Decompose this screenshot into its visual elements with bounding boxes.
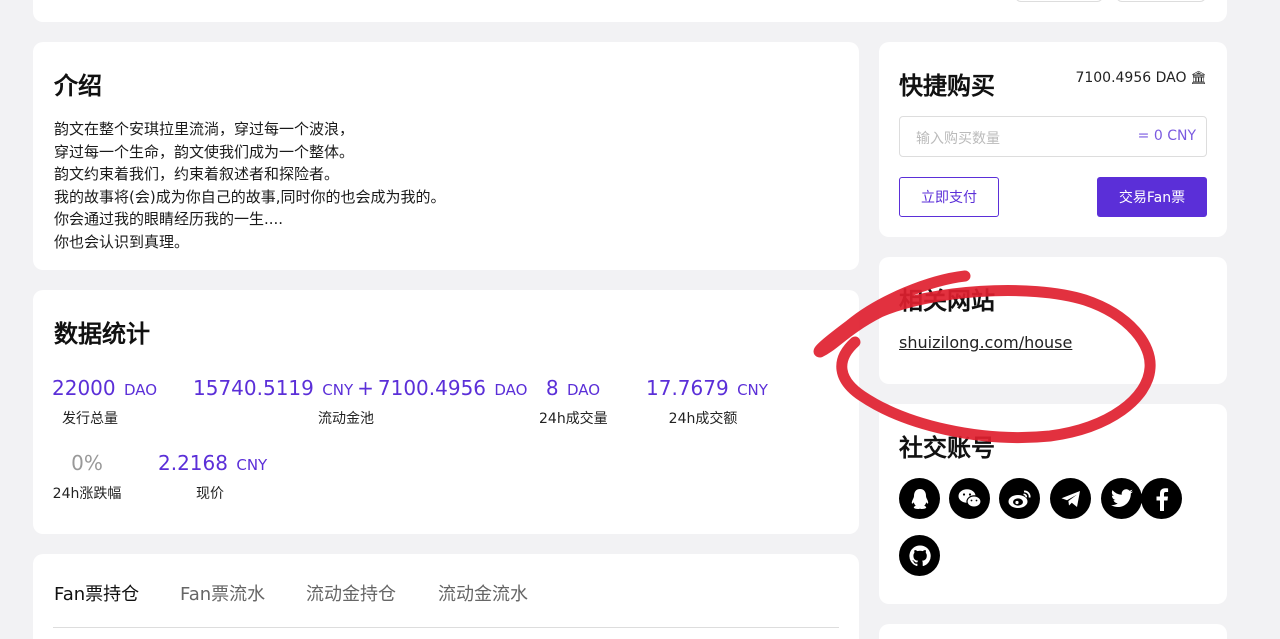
stats-card: 数据统计 22000 DAO 发行总量 15740.5119 CNY +7100.… — [33, 290, 859, 534]
intro-line: 你也会认识到真理。 — [54, 232, 190, 251]
tabs-divider — [53, 627, 839, 628]
stat-unit: DAO — [123, 381, 158, 399]
stat-value: 2.2168 — [158, 451, 228, 475]
stat-value: 7100.4956 — [377, 376, 487, 400]
social-accounts-card: 社交账号 — [879, 404, 1227, 604]
intro-text: 韵文在整个安琪拉里流淌，穿过每一个波浪， 穿过每一个生命，韵文使我们成为一个整体… — [54, 118, 445, 253]
stat-label: 流动金池 — [318, 411, 374, 427]
balance: 7100.4956 DAO 🏛 — [1075, 70, 1207, 86]
tab-liquidity-holdings[interactable]: 流动金持仓 — [306, 580, 396, 606]
stat-value: 22000 — [52, 376, 116, 400]
top-button-2[interactable] — [1116, 0, 1206, 2]
holdings-tabs-card: Fan票持仓 Fan票流水 流动金持仓 流动金流水 — [33, 554, 859, 639]
tab-fan-flow[interactable]: Fan票流水 — [180, 580, 265, 606]
trade-fan-ticket-button[interactable]: 交易Fan票 — [1097, 177, 1207, 217]
stat-label: 24h涨跌幅 — [52, 486, 122, 502]
bank-icon: 🏛 — [1190, 71, 1207, 86]
social-title: 社交账号 — [899, 434, 995, 462]
top-card — [33, 0, 1227, 22]
quantity-placeholder: 输入购买数量 — [916, 131, 1000, 147]
stat-value: 0% — [71, 451, 103, 475]
quick-buy-card: 快捷购买 7100.4956 DAO 🏛 输入购买数量 = 0 CNY 立即支付 … — [879, 42, 1227, 237]
stat-total-supply: 22000 DAO 发行总量 — [52, 376, 157, 428]
stat-liquidity-pool: 15740.5119 CNY +7100.4956 DAO 流动金池 — [193, 376, 527, 428]
stat-value: 15740.5119 — [193, 376, 314, 400]
stat-unit: CNY — [322, 381, 354, 399]
stat-label: 发行总量 — [62, 411, 118, 427]
stat-value: 17.7679 — [646, 376, 729, 400]
stat-unit: DAO — [494, 381, 528, 399]
intro-line: 韵文约束着我们，约束着叙述者和探险者。 — [54, 165, 340, 183]
twitter-icon[interactable] — [1101, 478, 1142, 519]
intro-line: 我的故事将(会)成为你自己的故事,同时你的也会成为我的。 — [54, 187, 446, 206]
plus-sign: + — [357, 376, 374, 400]
intro-title: 介绍 — [54, 72, 102, 100]
quantity-input[interactable]: 输入购买数量 = 0 CNY — [899, 116, 1207, 157]
stat-label: 24h成交量 — [539, 411, 608, 427]
facebook-icon[interactable] — [1141, 478, 1182, 519]
github-icon[interactable] — [899, 535, 940, 576]
qq-icon[interactable] — [899, 478, 940, 519]
stat-label: 24h成交额 — [668, 411, 738, 427]
intro-line: 韵文在整个安琪拉里流淌，穿过每一个波浪， — [54, 120, 355, 138]
tab-fan-holdings[interactable]: Fan票持仓 — [54, 580, 139, 606]
intro-line: 穿过每一个生命，韵文使我们成为一个整体。 — [54, 142, 355, 161]
site-link[interactable]: shuizilong.com/house — [899, 333, 1072, 352]
quick-buy-title: 快捷购买 — [899, 72, 995, 100]
balance-value: 7100.4956 DAO — [1075, 70, 1187, 86]
stats-title: 数据统计 — [54, 320, 150, 348]
stat-change-24h: 0% 24h涨跌幅 — [52, 451, 122, 503]
intro-card: 介绍 韵文在整个安琪拉里流淌，穿过每一个波浪， 穿过每一个生命，韵文使我们成为一… — [33, 42, 859, 270]
wechat-icon[interactable] — [949, 478, 990, 519]
tab-liquidity-flow[interactable]: 流动金流水 — [438, 580, 528, 606]
stat-unit: CNY — [236, 456, 268, 474]
stat-unit: DAO — [567, 381, 601, 399]
cny-equivalent: = 0 CNY — [1137, 128, 1196, 144]
stat-amount-24h: 17.7679 CNY 24h成交额 — [646, 376, 768, 428]
stat-value: 8 — [545, 376, 559, 400]
related-sites-title: 相关网站 — [899, 287, 995, 315]
weibo-icon[interactable] — [999, 478, 1040, 519]
related-sites-card: 相关网站 shuizilong.com/house — [879, 257, 1227, 384]
top-button-1[interactable] — [1015, 0, 1103, 2]
intro-line: 你会通过我的眼睛经历我的一生.... — [54, 210, 284, 228]
stat-unit: CNY — [737, 381, 768, 399]
pay-now-button[interactable]: 立即支付 — [899, 177, 999, 217]
stat-price: 2.2168 CNY 现价 — [158, 451, 267, 503]
stat-volume-24h: 8 DAO 24h成交量 — [539, 376, 608, 428]
bottom-card — [879, 624, 1227, 639]
stat-label: 现价 — [196, 486, 224, 502]
telegram-icon[interactable] — [1050, 478, 1091, 519]
